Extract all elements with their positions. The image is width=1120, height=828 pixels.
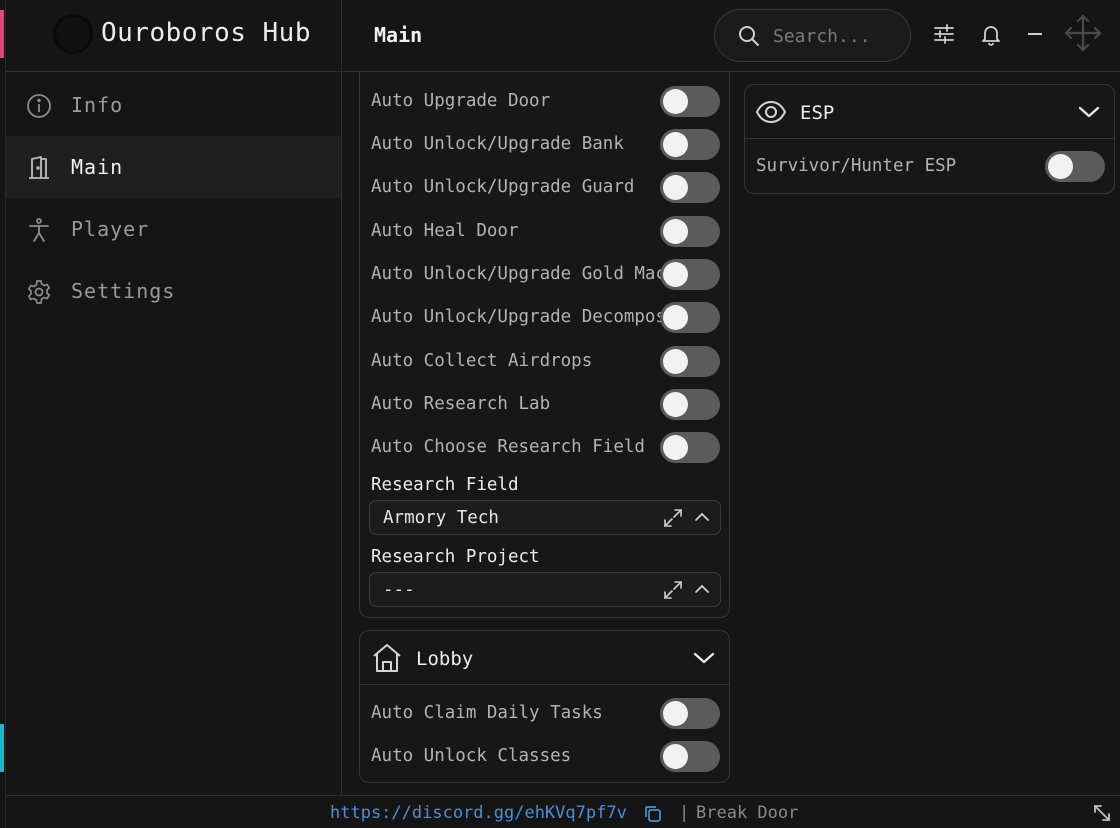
sidebar-item-label: Info <box>71 93 124 117</box>
toggle-label: Auto Choose Research Field <box>371 437 645 457</box>
header: Ouroboros Hub Main <box>6 0 1120 72</box>
research-project-dropdown[interactable]: --- <box>369 572 721 607</box>
dropdown-value: --- <box>383 580 415 600</box>
chevron-up-icon <box>694 581 710 601</box>
footer-separator: | <box>679 803 690 823</box>
drag-handle[interactable] <box>1062 14 1104 56</box>
chevron-down-icon <box>693 649 715 671</box>
search-input[interactable] <box>773 23 898 49</box>
chevron-down-icon <box>1078 103 1100 125</box>
door-icon <box>26 155 52 181</box>
toggle-label: Auto Claim Daily Tasks <box>371 703 603 723</box>
auto-heal-door-toggle[interactable] <box>660 216 720 247</box>
auto-upgrade-bank-toggle[interactable] <box>660 129 720 160</box>
auto-research-lab-toggle[interactable] <box>660 389 720 420</box>
sidebar-item-settings[interactable]: Settings <box>6 260 341 322</box>
game-name: Break Door <box>696 803 799 823</box>
sidebar: Info Main Player Settings <box>6 72 341 795</box>
sidebar-item-label: Player <box>71 217 150 241</box>
auto-upgrade-decomposer-toggle[interactable] <box>660 302 720 333</box>
notifications-button[interactable] <box>975 18 1007 54</box>
dropdown-value: Armory Tech <box>383 508 499 528</box>
lobby-panel-title: Lobby <box>416 648 474 670</box>
toggle-label: Auto Heal Door <box>371 221 519 241</box>
search-box[interactable] <box>714 9 911 62</box>
toggle-row: Auto Choose Research Field <box>360 426 729 469</box>
footer: https://discord.gg/ehKVq7pf7v | Break Do… <box>6 795 1120 828</box>
backdrop-accent <box>0 724 4 772</box>
toggle-row: Survivor/Hunter ESP <box>745 145 1114 188</box>
toggle-row: Auto Unlock/Upgrade Bank <box>360 123 729 166</box>
expand-icon[interactable] <box>662 507 684 533</box>
bell-icon <box>979 22 1003 50</box>
sidebar-item-main[interactable]: Main <box>6 136 341 198</box>
toggle-label: Auto Unlock/Upgrade Bank <box>371 134 624 154</box>
toggle-label: Auto Collect Airdrops <box>371 351 593 371</box>
app-title: Ouroboros Hub <box>101 18 311 48</box>
toggle-row: Auto Unlock/Upgrade Gold Mac <box>360 253 729 296</box>
auto-collect-airdrops-toggle[interactable] <box>660 346 720 377</box>
esp-panel-title: ESP <box>800 102 835 124</box>
filter-settings-button[interactable] <box>928 18 960 54</box>
toggle-label: Auto Unlock/Upgrade Guard <box>371 177 635 197</box>
research-field-dropdown[interactable]: Armory Tech <box>369 500 721 535</box>
auto-upgrade-gold-machine-toggle[interactable] <box>660 259 720 290</box>
esp-panel: ESP Survivor/Hunter ESP <box>744 84 1115 194</box>
toggle-row: Auto Claim Daily Tasks <box>360 692 729 735</box>
search-icon <box>737 24 761 52</box>
sidebar-item-label: Settings <box>71 279 176 303</box>
main-settings-panel: Auto Upgrade Door Auto Unlock/Upgrade Ba… <box>359 72 730 618</box>
move-icon <box>1063 13 1103 57</box>
toggle-label: Auto Upgrade Door <box>371 91 551 111</box>
sliders-icon <box>932 22 956 50</box>
auto-claim-daily-tasks-toggle[interactable] <box>660 698 720 729</box>
copy-icon[interactable] <box>643 804 663 828</box>
gear-icon <box>26 279 52 305</box>
hub-window: Ouroboros Hub Main Search... Info Main P… <box>5 0 1120 828</box>
auto-unlock-classes-toggle[interactable] <box>660 741 720 772</box>
auto-choose-research-field-toggle[interactable] <box>660 432 720 463</box>
backdrop-accent <box>0 10 4 58</box>
lobby-panel-header[interactable]: Lobby <box>360 631 729 685</box>
survivor-hunter-esp-toggle[interactable] <box>1045 151 1105 182</box>
research-field-label: Research Field <box>371 475 519 495</box>
chevron-up-icon <box>694 509 710 529</box>
sidebar-item-player[interactable]: Player <box>6 198 341 260</box>
discord-link[interactable]: https://discord.gg/ehKVq7pf7v <box>330 803 627 823</box>
toggle-row: Auto Collect Airdrops <box>360 340 729 383</box>
page-title: Main <box>374 23 423 47</box>
minimize-icon <box>1025 24 1045 48</box>
sidebar-item-label: Main <box>71 155 124 179</box>
person-icon <box>26 217 52 243</box>
toggle-label: Auto Unlock/Upgrade Decompos <box>371 307 661 327</box>
toggle-label: Auto Research Lab <box>371 394 551 414</box>
toggle-row: Auto Unlock/Upgrade Decompos <box>360 296 729 339</box>
toggle-label: Auto Unlock Classes <box>371 746 572 766</box>
auto-upgrade-door-toggle[interactable] <box>660 86 720 117</box>
esp-panel-header[interactable]: ESP <box>745 85 1114 139</box>
toggle-row: Auto Upgrade Door <box>360 80 729 123</box>
toggle-row: Auto Unlock/Upgrade Guard <box>360 166 729 209</box>
logo <box>53 14 93 54</box>
auto-upgrade-guard-toggle[interactable] <box>660 172 720 203</box>
minimize-button[interactable] <box>1019 18 1051 54</box>
toggle-row: Auto Heal Door <box>360 210 729 253</box>
research-project-label: Research Project <box>371 547 540 567</box>
content-area: Auto Upgrade Door Auto Unlock/Upgrade Ba… <box>342 72 1120 795</box>
info-icon <box>26 93 52 119</box>
resize-handle[interactable] <box>1092 803 1112 827</box>
lobby-panel: Lobby Auto Claim Daily Tasks Auto Unlock… <box>359 630 730 783</box>
toggle-label: Survivor/Hunter ESP <box>756 156 957 176</box>
sidebar-item-info[interactable]: Info <box>6 74 341 136</box>
home-icon <box>371 642 403 678</box>
toggle-label: Auto Unlock/Upgrade Gold Mac <box>371 264 661 284</box>
eye-icon <box>755 99 787 129</box>
toggle-row: Auto Research Lab <box>360 383 729 426</box>
expand-icon[interactable] <box>662 579 684 605</box>
toggle-row: Auto Unlock Classes <box>360 735 729 778</box>
